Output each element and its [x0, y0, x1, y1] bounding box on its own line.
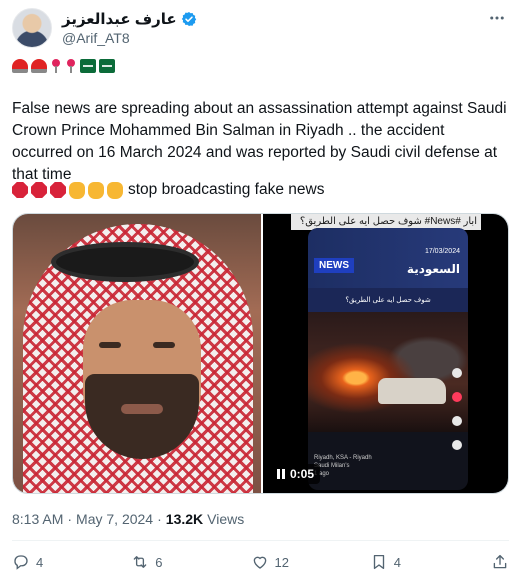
repost-count: 6 [155, 554, 163, 570]
action-bar: 4 6 12 4 [12, 552, 509, 572]
bookmark-icon [373, 554, 384, 570]
reply-button[interactable]: 4 [12, 553, 122, 571]
reply-count: 4 [36, 554, 44, 570]
comment-icon [452, 416, 462, 426]
police-light-icon [12, 59, 28, 73]
tweet-text: False news are spreading about an assass… [12, 100, 507, 183]
tweet-meta: 8:13 AM · May 7, 2024 · 13.2K Views [12, 511, 244, 527]
news-country: السعودية [406, 262, 460, 276]
share-button[interactable] [489, 553, 509, 571]
news-logo: NEWS [314, 258, 354, 273]
bookmark-count: 4 [393, 554, 401, 570]
author-avatar[interactable] [12, 8, 52, 48]
mouth-shape [121, 404, 163, 414]
author-handle[interactable]: @Arif_AT8 [62, 30, 130, 46]
video-time: 0:05 [290, 467, 315, 481]
heart-icon [253, 556, 266, 569]
raised-hand-icon [107, 181, 123, 199]
stop-sign-icon [12, 182, 28, 198]
bookmark-button[interactable]: 4 [370, 553, 480, 571]
share-icon [493, 554, 507, 569]
pushpin-icon [50, 59, 62, 73]
reply-icon [14, 555, 28, 570]
views-label: Views [207, 511, 245, 527]
author-display-name[interactable]: عارف عبدالعزيز [62, 10, 177, 28]
stop-line: stop broadcasting fake news [12, 181, 324, 199]
video-time-pill[interactable]: 0:05 [271, 464, 321, 484]
tweet-time[interactable]: 8:13 AM [12, 511, 63, 527]
car-shape [378, 378, 446, 404]
divider [12, 540, 509, 541]
police-light-icon [31, 59, 47, 73]
eye-left [99, 342, 121, 348]
fire-scene [308, 312, 468, 432]
author-name-row: عارف عبدالعزيز [62, 10, 197, 28]
saudi-flag-icon [80, 59, 96, 73]
views-count: 13.2K [165, 511, 204, 527]
phone-meta-account: Saudi Milan's [314, 463, 350, 469]
news-date: 17/03/2024 [424, 248, 460, 255]
eye-right [153, 342, 175, 348]
heart-icon [452, 392, 462, 402]
profile-icon [452, 368, 462, 378]
stop-sign-icon [50, 182, 66, 198]
video-player[interactable]: ابار #News# شوف حصل ايه على الطريق؟ NEWS… [263, 214, 508, 493]
repost-icon [133, 556, 147, 568]
like-button[interactable]: 12 [251, 553, 361, 571]
phone-side-icons [452, 368, 462, 450]
tweet-header: عارف عبدالعزيز @Arif_AT8 [12, 8, 509, 48]
stop-sign-icon [31, 182, 47, 198]
news-subtitle: شوف حصل ايه على الطريق؟ [308, 288, 468, 312]
news-header: NEWS 17/03/2024 السعودية [308, 228, 468, 288]
photo-portrait[interactable] [13, 214, 261, 493]
more-icon[interactable] [485, 8, 509, 28]
like-count: 12 [274, 554, 289, 570]
more-dots-icon [490, 16, 504, 20]
phone-screenshot: NEWS 17/03/2024 السعودية شوف حصل ايه على… [308, 228, 468, 490]
media-grid: ابار #News# شوف حصل ايه على الطريق؟ NEWS… [12, 213, 509, 494]
raised-hand-icon [88, 181, 104, 199]
meta-separator: · [157, 511, 162, 527]
pause-icon[interactable] [277, 469, 285, 479]
phone-meta-age: 1 ago [314, 471, 330, 477]
raised-hand-icon [69, 181, 85, 199]
phone-meta: Riyadh, KSA - Riyadh Saudi Milan's 1 ago [314, 454, 372, 478]
stop-line-text: stop broadcasting fake news [128, 181, 325, 198]
emoji-row [12, 59, 115, 73]
meta-separator: · [67, 511, 73, 527]
verified-badge-icon [181, 12, 196, 26]
agal-shape [51, 242, 199, 282]
tweet-date[interactable]: May 7, 2024 [76, 511, 153, 527]
pushpin-icon [65, 59, 77, 73]
bookmark-icon [452, 440, 462, 450]
saudi-flag-icon [99, 59, 115, 73]
repost-button[interactable]: 6 [131, 553, 241, 571]
phone-meta-location: Riyadh, KSA - Riyadh [314, 455, 372, 461]
